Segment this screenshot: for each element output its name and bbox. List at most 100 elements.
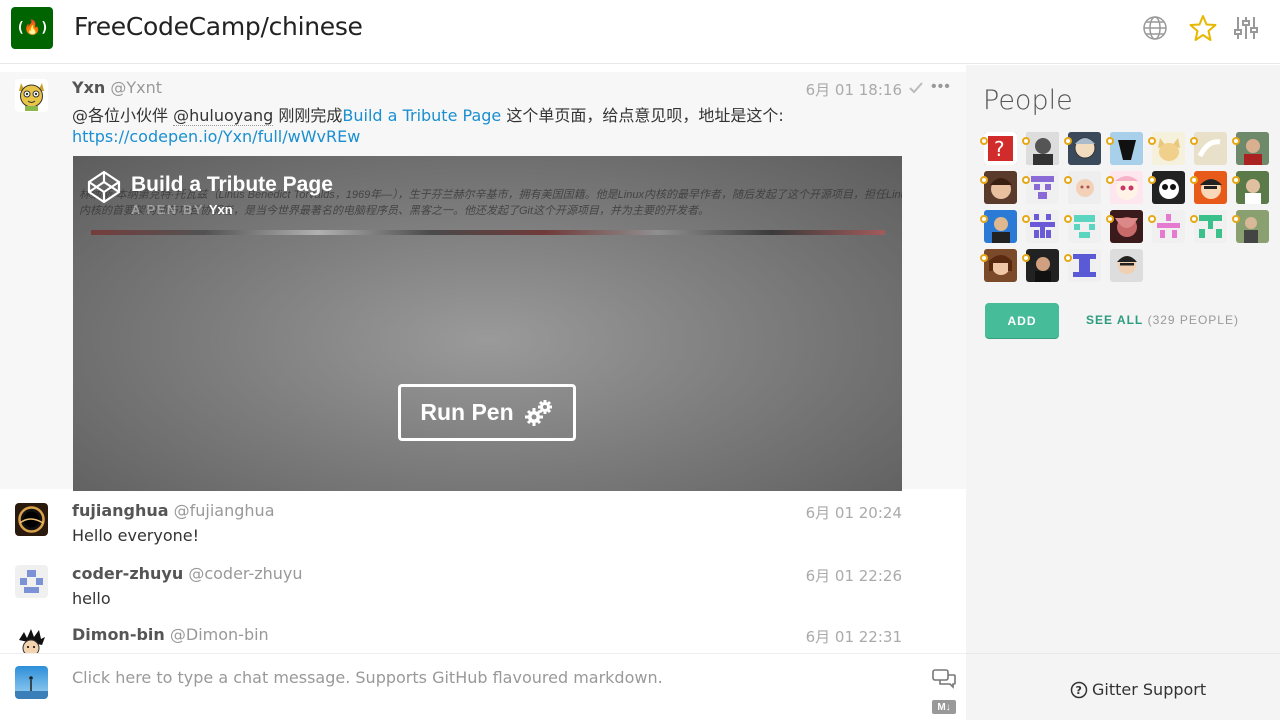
message-author-username[interactable]: @Dimon-bin: [170, 625, 269, 644]
people-avatar[interactable]: ?: [984, 132, 1017, 165]
people-avatar[interactable]: [1068, 249, 1101, 282]
tribute-page-link[interactable]: Build a Tribute Page: [342, 106, 501, 125]
message-text: hello: [72, 589, 111, 608]
people-avatar[interactable]: [1236, 171, 1269, 204]
help-circle-icon: ?: [1070, 681, 1088, 698]
message-author-username[interactable]: @Yxnt: [110, 78, 162, 97]
people-avatar[interactable]: [984, 171, 1017, 204]
room-title[interactable]: FreeCodeCamp/chinese: [74, 12, 363, 41]
codepen-embed[interactable]: 林纳斯·本纳第克特·托瓦兹（Linus Benedict Torvalds，19…: [73, 156, 902, 491]
status-dot: [1232, 215, 1240, 223]
status-dot: [1190, 176, 1198, 184]
chat-message: Dimon-bin @Dimon-bin 6月 01 22:31: [0, 618, 966, 653]
avatar[interactable]: [15, 79, 48, 112]
support-footer: ? Gitter Support: [966, 653, 1280, 720]
see-all-people[interactable]: SEE ALL (329 PEOPLE): [1086, 313, 1239, 327]
chat-message-list[interactable]: Yxn @Yxnt 6月 01 18:16 ••• @各位小伙伴 @huluoy…: [0, 65, 966, 653]
status-dot: [980, 137, 988, 145]
status-dot: [1064, 254, 1072, 262]
chat-mode-icon[interactable]: [932, 669, 956, 694]
globe-icon[interactable]: [1141, 14, 1169, 42]
add-people-button[interactable]: ADD: [985, 303, 1059, 338]
message-author-name[interactable]: Yxn: [72, 78, 105, 97]
chat-message-input[interactable]: Click here to type a chat message. Suppo…: [72, 668, 663, 687]
people-avatar[interactable]: [1026, 132, 1059, 165]
chat-message: Yxn @Yxnt 6月 01 18:16 ••• @各位小伙伴 @huluoy…: [0, 72, 966, 491]
status-dot: [1106, 176, 1114, 184]
run-pen-button[interactable]: Run Pen: [398, 384, 576, 441]
message-timestamp[interactable]: 6月 01 18:16: [806, 79, 902, 100]
chat-message: coder-zhuyu @coder-zhuyu 6月 01 22:26 hel…: [0, 556, 966, 616]
gitter-support-link[interactable]: ? Gitter Support: [1070, 680, 1206, 699]
people-avatar[interactable]: [1236, 132, 1269, 165]
people-avatar[interactable]: [984, 249, 1017, 282]
people-avatar[interactable]: [1152, 210, 1185, 243]
avatar[interactable]: [15, 503, 48, 536]
people-avatar[interactable]: [1110, 210, 1143, 243]
people-avatar[interactable]: [1236, 210, 1269, 243]
people-avatar[interactable]: [1194, 210, 1227, 243]
people-avatar[interactable]: [1026, 171, 1059, 204]
message-timestamp[interactable]: 6月 01 20:24: [806, 502, 902, 523]
see-all-link[interactable]: SEE ALL: [1086, 313, 1143, 327]
message-text: 这个单页面，给点意见呗，地址是这个:: [501, 106, 784, 125]
people-avatar[interactable]: [1068, 132, 1101, 165]
message-author-name[interactable]: fujianghua: [72, 501, 169, 520]
status-dot: [1022, 176, 1030, 184]
people-avatar[interactable]: [1152, 171, 1185, 204]
people-title: People: [983, 85, 1073, 116]
message-header: Dimon-bin @Dimon-bin: [72, 625, 269, 644]
codepen-url-link[interactable]: https://codepen.io/Yxn/full/wWvREw: [72, 127, 360, 146]
avatar[interactable]: [15, 565, 48, 598]
message-author-name[interactable]: Dimon-bin: [72, 625, 165, 644]
message-text: @各位小伙伴: [72, 106, 174, 125]
people-avatar[interactable]: [1110, 132, 1143, 165]
status-dot: [1148, 215, 1156, 223]
status-dot: [1022, 215, 1030, 223]
people-count: (329 PEOPLE): [1147, 313, 1239, 327]
embed-title[interactable]: Build a Tribute Page: [131, 173, 333, 197]
mention-link[interactable]: @huluoyang: [173, 106, 274, 126]
message-actions-icon[interactable]: •••: [931, 78, 951, 96]
chat-message: fujianghua @fujianghua 6月 01 20:24 Hello…: [0, 493, 966, 553]
people-avatar[interactable]: [1110, 171, 1143, 204]
star-icon[interactable]: [1189, 14, 1217, 42]
people-avatar[interactable]: [1110, 249, 1143, 282]
message-header: coder-zhuyu @coder-zhuyu: [72, 564, 303, 583]
status-dot: [1022, 254, 1030, 262]
people-avatar[interactable]: [1026, 249, 1059, 282]
room-header: (🔥) FreeCodeCamp/chinese: [0, 0, 1280, 64]
people-avatar[interactable]: [1194, 171, 1227, 204]
status-dot: [1064, 176, 1072, 184]
message-timestamp[interactable]: 6月 01 22:31: [806, 626, 902, 647]
message-timestamp[interactable]: 6月 01 22:26: [806, 565, 902, 586]
settings-sliders-icon[interactable]: [1232, 14, 1260, 42]
status-dot: [1148, 176, 1156, 184]
status-dot: [980, 215, 988, 223]
people-avatar[interactable]: [1026, 210, 1059, 243]
status-dot: [1232, 137, 1240, 145]
message-author-username[interactable]: @fujianghua: [174, 501, 275, 520]
people-avatar[interactable]: [1068, 171, 1101, 204]
embed-author[interactable]: Yxn: [209, 202, 233, 217]
message-text: 刚刚完成: [273, 106, 343, 125]
status-dot: [1148, 137, 1156, 145]
people-avatar[interactable]: [1194, 132, 1227, 165]
status-dot: [1232, 176, 1240, 184]
room-logo[interactable]: (🔥): [11, 7, 53, 49]
markdown-icon[interactable]: M↓: [932, 700, 956, 714]
people-avatar[interactable]: [1068, 210, 1101, 243]
message-author-username[interactable]: @coder-zhuyu: [188, 564, 302, 583]
people-avatar[interactable]: [1152, 132, 1185, 165]
people-avatar[interactable]: [984, 210, 1017, 243]
current-user-avatar[interactable]: [15, 666, 48, 699]
status-dot: [1064, 215, 1072, 223]
message-text: Hello everyone!: [72, 526, 200, 545]
svg-text:?: ?: [994, 137, 1005, 161]
gears-icon: [524, 399, 552, 426]
status-dot: [1022, 137, 1030, 145]
message-author-name[interactable]: coder-zhuyu: [72, 564, 183, 583]
message-body: @各位小伙伴 @huluoyang 刚刚完成Build a Tribute Pa…: [72, 102, 784, 126]
embed-preview-image: [91, 230, 885, 235]
avatar[interactable]: [15, 626, 48, 653]
